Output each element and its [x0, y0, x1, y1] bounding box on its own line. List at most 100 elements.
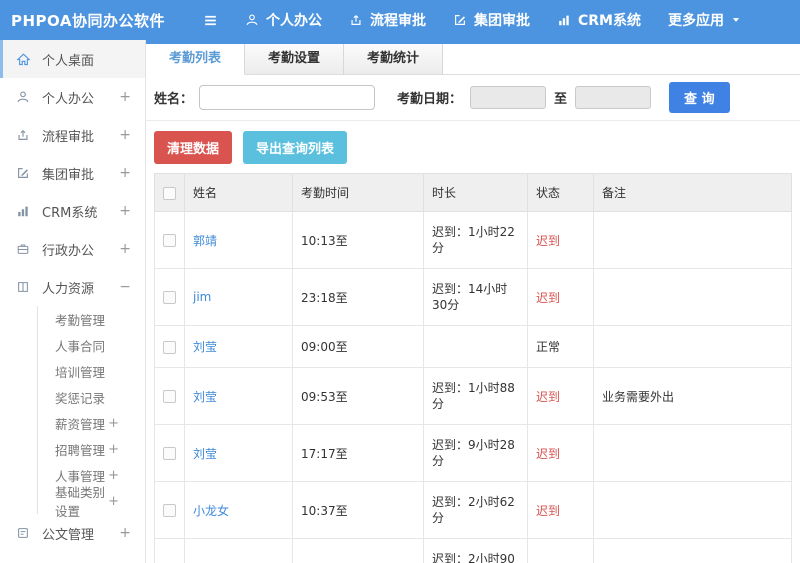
attendance-time: 09:00至: [301, 340, 348, 354]
sidebar-item-group-approval[interactable]: 集团审批 +: [0, 154, 145, 192]
sidebar-subitem-label: 招聘管理: [55, 442, 106, 458]
row-checkbox[interactable]: [163, 504, 176, 517]
expand-toggle-icon[interactable]: +: [119, 525, 131, 541]
status-text: 迟到: [536, 503, 561, 518]
clear-data-button[interactable]: 清理数据: [154, 131, 233, 164]
employee-name-link[interactable]: 郭靖: [193, 234, 217, 248]
sidebar-subitem-recruitment-management[interactable]: 招聘管理 +: [38, 436, 145, 462]
nav-item-label: 个人办公: [266, 13, 322, 29]
query-button[interactable]: 查 询: [669, 82, 730, 113]
nav-item-group-approval[interactable]: 集团审批: [453, 10, 530, 30]
export-list-button[interactable]: 导出查询列表: [243, 131, 348, 164]
name-cell: 郭靖: [184, 211, 293, 269]
checkbox-cell: [154, 424, 185, 482]
date-to-label: 至: [554, 92, 568, 107]
tab-attendance-stats[interactable]: 考勤统计: [344, 44, 444, 75]
sidebar-subitem-training-management[interactable]: 培训管理: [38, 358, 145, 384]
duration-line: 迟到：1小时88分: [432, 381, 515, 411]
table-row: 小龙女 10:37至 迟到：2小时62分 迟到: [154, 481, 792, 539]
duration-line: 迟到：14小时30分: [432, 282, 508, 312]
row-checkbox[interactable]: [163, 291, 176, 304]
sidebar-item-label: 公文管理: [42, 527, 95, 543]
date-start-input[interactable]: [470, 86, 547, 109]
nav-item-workflow-approval[interactable]: 流程审批: [349, 10, 426, 30]
expand-toggle-icon[interactable]: +: [108, 442, 119, 457]
select-all-checkbox[interactable]: [163, 186, 176, 200]
status-cell: 迟到: [527, 367, 594, 425]
nav-item-label: CRM系统: [578, 13, 641, 29]
tab-attendance-settings[interactable]: 考勤设置: [245, 44, 345, 75]
nav-item-label: 更多应用: [668, 13, 724, 29]
expand-toggle-icon[interactable]: +: [119, 241, 131, 257]
sidebar-subitem-attendance-management[interactable]: 考勤管理: [38, 306, 145, 332]
column-header-status: 状态: [527, 173, 594, 212]
sidebar-subitem-salary-management[interactable]: 薪资管理 +: [38, 410, 145, 436]
name-label: 姓名：: [154, 92, 194, 107]
nav-item-personal-office[interactable]: 个人办公: [245, 10, 322, 30]
date-label: 考勤日期：: [397, 92, 463, 107]
expand-toggle-icon[interactable]: +: [119, 89, 131, 105]
attendance-time: 17:17至: [301, 446, 348, 461]
main-content: 考勤列表 考勤设置 考勤统计 姓名： 考勤日期： 至 查 询 清理数据 导出查询列表: [146, 40, 800, 563]
sidebar-subitem-reward-punishment-records[interactable]: 奖惩记录: [38, 384, 145, 410]
employee-name-link[interactable]: 刘莹: [193, 447, 217, 461]
expand-toggle-icon[interactable]: +: [119, 165, 131, 181]
user-icon: [16, 90, 32, 104]
expand-toggle-icon[interactable]: +: [108, 416, 119, 431]
employee-name-link[interactable]: 刘莹: [193, 390, 217, 404]
employee-name-link[interactable]: jim: [193, 290, 211, 304]
duration-cell: [423, 325, 528, 368]
expand-toggle-icon[interactable]: +: [108, 468, 119, 483]
attendance-time: 10:13至: [301, 233, 348, 248]
sidebar-item-personal-office[interactable]: 个人办公 +: [0, 78, 145, 116]
expand-toggle-icon[interactable]: −: [119, 279, 131, 295]
select-all-cell: [154, 173, 185, 212]
status-text: 迟到: [536, 290, 561, 305]
table-row: 管理员10:54至10:54迟到：2小时90分早退：7小时10分迟到/早退111…: [154, 538, 792, 563]
row-checkbox[interactable]: [163, 447, 176, 460]
table-row: 刘莹 09:53至 迟到：1小时88分 迟到 业务需要外出: [154, 367, 792, 425]
note-cell: [593, 268, 792, 326]
status-cell: 迟到: [527, 211, 594, 269]
sidebar-item-crm-system[interactable]: CRM系统 +: [0, 192, 145, 230]
table-row: 郭靖 10:13至 迟到：1小时22分 迟到: [154, 211, 792, 269]
sidebar-subitem-label: 薪资管理: [55, 416, 106, 432]
sidebar-item-workflow-approval[interactable]: 流程审批 +: [0, 116, 145, 154]
note-cell: [593, 424, 792, 482]
table-row: jim 23:18至 迟到：14小时30分 迟到: [154, 268, 792, 326]
time-cell: 09:00至: [292, 325, 424, 368]
duration-cell: 迟到：2小时90分早退：7小时10分: [423, 538, 528, 563]
nav-item-more-apps[interactable]: 更多应用: [668, 10, 741, 30]
book-icon: [16, 280, 32, 294]
employee-name-link[interactable]: 刘莹: [193, 340, 217, 354]
sidebar-subitem-basic-category-settings[interactable]: 基础类别设置 +: [38, 485, 145, 519]
expand-toggle-icon[interactable]: +: [119, 127, 131, 143]
time-cell: 09:53至: [292, 367, 424, 425]
employee-name-link[interactable]: 小龙女: [193, 504, 229, 518]
row-checkbox[interactable]: [163, 234, 176, 247]
nav-item-crm-system[interactable]: CRM系统: [557, 10, 641, 30]
column-header-note: 备注: [593, 173, 792, 212]
name-input[interactable]: [199, 85, 376, 110]
status-cell: 迟到: [527, 268, 594, 326]
note-cell: 1111: [593, 538, 792, 563]
duration-cell: 迟到：1小时88分: [423, 367, 528, 425]
sidebar-item-vehicle-management[interactable]: 用车管理+: [0, 552, 145, 563]
home-icon: [16, 52, 32, 67]
checkbox-cell: [154, 367, 185, 425]
expand-toggle-icon[interactable]: +: [108, 494, 119, 509]
hamburger-menu-icon[interactable]: [202, 12, 219, 29]
tab-attendance-list[interactable]: 考勤列表: [146, 44, 246, 75]
expand-toggle-icon[interactable]: +: [119, 203, 131, 219]
duration-line: 迟到：2小时62分: [432, 495, 515, 525]
sidebar-item-personal-desktop[interactable]: 个人桌面: [0, 40, 145, 78]
row-checkbox[interactable]: [163, 390, 176, 403]
nav-item-label: 集团审批: [474, 13, 530, 29]
status-cell: 迟到: [527, 424, 594, 482]
date-end-input[interactable]: [575, 86, 652, 109]
row-checkbox[interactable]: [163, 340, 176, 354]
sidebar-item-human-resources[interactable]: 人力资源 −: [0, 268, 145, 306]
sidebar-item-admin-office[interactable]: 行政办公 +: [0, 230, 145, 268]
tab-label: 考勤设置: [268, 51, 321, 66]
sidebar-subitem-hr-contract[interactable]: 人事合同: [38, 332, 145, 358]
